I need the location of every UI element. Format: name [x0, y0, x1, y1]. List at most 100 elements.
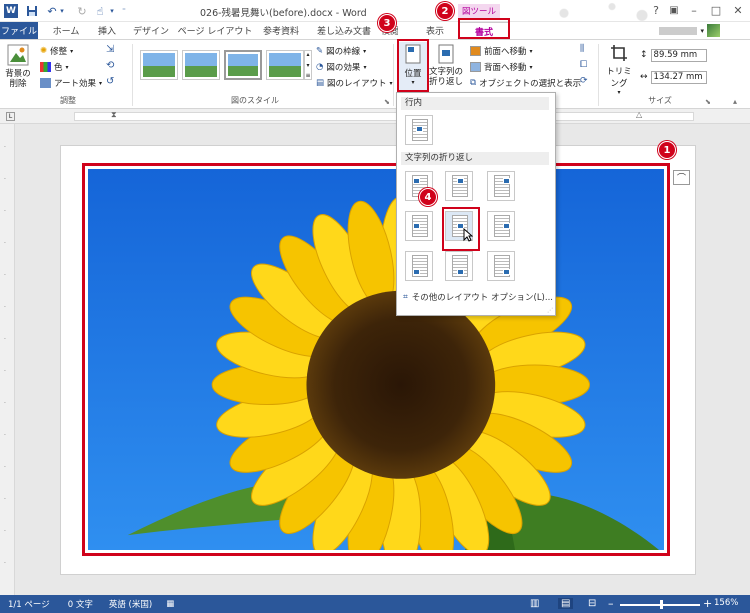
user-account[interactable]: ▾ [659, 24, 720, 37]
rotate-icon[interactable]: ⟳ [580, 76, 588, 86]
tab-file[interactable]: ファイル [0, 22, 38, 39]
position-top-center-option[interactable] [445, 171, 473, 201]
picture-style-2[interactable] [182, 50, 220, 80]
position-middle-right-option[interactable] [487, 211, 515, 241]
right-indent-marker-icon[interactable]: △ [636, 110, 642, 119]
picture-border-button[interactable]: ✎ 図の枠線 ▾ [316, 44, 366, 58]
tab-home[interactable]: ホーム [44, 22, 88, 39]
position-top-right-option[interactable] [487, 171, 515, 201]
height-input[interactable]: 89.59 mm [650, 48, 707, 62]
zoom-out-icon[interactable]: – [608, 597, 614, 610]
more-icon: ≡ [305, 72, 311, 79]
more-layout-options[interactable]: ⌗ その他のレイアウト オプション(L)... [403, 291, 553, 303]
avatar [707, 24, 720, 37]
restore-button[interactable]: □ [704, 2, 728, 18]
tab-references[interactable]: 参考資料 [256, 22, 306, 39]
chevron-up-icon: ▴ [306, 51, 310, 58]
print-layout-icon[interactable]: ▤ [558, 598, 574, 609]
chevron-down-icon: ▾ [529, 47, 533, 55]
dialog-launcher-icon[interactable]: ⬊ [384, 98, 390, 106]
sunflower-photo [88, 169, 664, 574]
corrections-label: 修整 [50, 47, 68, 57]
crop-button[interactable]: トリミング ▾ [604, 44, 634, 96]
artistic-effects-button[interactable]: アート効果 ▾ [40, 76, 102, 90]
size-dialog-launcher-icon[interactable]: ⬊ [705, 98, 711, 106]
tab-insert[interactable]: 挿入 [90, 22, 124, 39]
word-logo-icon[interactable]: W [4, 4, 18, 18]
style-gallery-scroll[interactable]: ▴ ▾ ≡ [304, 50, 312, 80]
title-bar: W ↶ ▾ ↻ ☝ ▾ ⁼ 026-残暑見舞い(before).docx - W… [0, 0, 750, 22]
ruler-tick: · [4, 464, 6, 471]
collapse-ribbon-icon[interactable]: ▴ [733, 97, 737, 106]
zoom-in-icon[interactable]: + [703, 597, 712, 610]
change-picture-icon[interactable]: ⟲ [106, 60, 120, 74]
zoom-slider-thumb[interactable] [660, 600, 663, 609]
indent-marker-icon[interactable]: ⧗ [111, 110, 117, 120]
redo-icon[interactable]: ↻ [74, 3, 90, 19]
position-bottom-left-option[interactable] [405, 251, 433, 281]
section-header-wrap: 文字列の折り返し [401, 152, 549, 165]
save-icon[interactable] [24, 3, 40, 19]
picture-style-3[interactable] [224, 50, 262, 80]
corrections-button[interactable]: ✺ 修整 ▾ [40, 44, 73, 58]
picture-effects-button[interactable]: ◔ 図の効果 ▾ [316, 60, 366, 74]
width-input[interactable]: 134.27 mm [650, 70, 707, 84]
tab-mailings[interactable]: 差し込み文書 [312, 22, 376, 39]
resize-grip-icon[interactable]: ⋰ [547, 307, 553, 314]
web-layout-icon[interactable]: ⊟ [588, 598, 596, 609]
sunflower-image[interactable] [82, 163, 670, 574]
undo-dropdown-icon[interactable]: ▾ [58, 3, 66, 19]
touch-mode-icon[interactable]: ☝ [92, 3, 108, 19]
color-label: 色 [54, 63, 63, 73]
chevron-down-icon: ▾ [363, 47, 367, 55]
picture-style-1[interactable] [140, 50, 178, 80]
compress-pictures-icon[interactable]: ⇲ [106, 44, 120, 58]
callout-4: 4 [419, 188, 437, 206]
read-mode-icon[interactable]: ▥ [530, 598, 539, 609]
callout-1: 1 [658, 141, 676, 159]
picture-layout-label: 図のレイアウト [327, 79, 387, 89]
ruler-tick: · [4, 528, 6, 535]
tab-view[interactable]: 表示 [420, 22, 450, 39]
color-button[interactable]: 色 ▾ [40, 60, 69, 74]
position-inline-option[interactable] [405, 115, 433, 145]
reset-picture-icon[interactable]: ↺ [106, 76, 120, 90]
tab-selector-icon[interactable]: L [6, 112, 15, 121]
bring-forward-button[interactable]: 前面へ移動 ▾ [470, 44, 533, 58]
tab-design[interactable]: デザイン [128, 22, 174, 39]
close-button[interactable]: ✕ [726, 2, 750, 18]
group-icon[interactable]: ⧠ [580, 60, 587, 70]
pencil-icon: ✎ [316, 46, 324, 56]
word-count[interactable]: 0 文字 [68, 598, 93, 610]
position-bottom-center-option[interactable] [445, 251, 473, 281]
color-icon [40, 62, 51, 72]
ruler-tick: · [4, 240, 6, 247]
send-backward-label: 背面へ移動 [484, 63, 527, 73]
sun-icon: ✺ [40, 46, 48, 56]
zoom-level[interactable]: 156% [714, 598, 738, 608]
language-indicator[interactable]: 英語 (米国) [109, 598, 152, 610]
ribbon: 背景の削除 ✺ 修整 ▾ 色 ▾ アート効果 ▾ ⇲ ⟲ ↺ 調整 ▴ ▾ ≡ ✎ 図の枠線 ▾… [0, 39, 750, 109]
position-bottom-right-option[interactable] [487, 251, 515, 281]
macro-record-icon[interactable]: ▦ [166, 599, 174, 609]
picture-style-4[interactable] [266, 50, 304, 80]
position-middle-left-option[interactable] [405, 211, 433, 241]
vertical-ruler[interactable]: · · · · · · · · · · · · · · [0, 124, 15, 595]
remove-background-button[interactable]: 背景の削除 [4, 44, 32, 89]
customize-qat-icon[interactable]: ⁼ [120, 3, 128, 19]
send-backward-button[interactable]: 背面へ移動 ▾ [470, 60, 533, 74]
page-count[interactable]: 1/1 ページ [8, 598, 50, 610]
group-separator [132, 44, 133, 106]
selection-pane-icon: ⧉ [470, 78, 477, 88]
minimize-button[interactable]: – [682, 2, 706, 18]
horizontal-ruler[interactable]: L ⧗ △ [0, 109, 750, 124]
selection-pane-button[interactable]: ⧉ オブジェクトの選択と表示 [470, 76, 581, 90]
wrap-text-button[interactable]: 文字列の 折り返し [428, 42, 464, 87]
tab-page-layout[interactable]: ページ レイアウト [178, 22, 253, 39]
layout-icon: ▤ [316, 78, 325, 88]
layout-options-button[interactable]: ⌒ [673, 170, 690, 185]
picture-layout-button[interactable]: ▤ 図のレイアウト ▾ [316, 76, 393, 90]
align-icon[interactable]: ⫼ [580, 44, 584, 54]
qat-dropdown-icon[interactable]: ▾ [108, 3, 116, 19]
remove-background-icon [7, 44, 29, 66]
